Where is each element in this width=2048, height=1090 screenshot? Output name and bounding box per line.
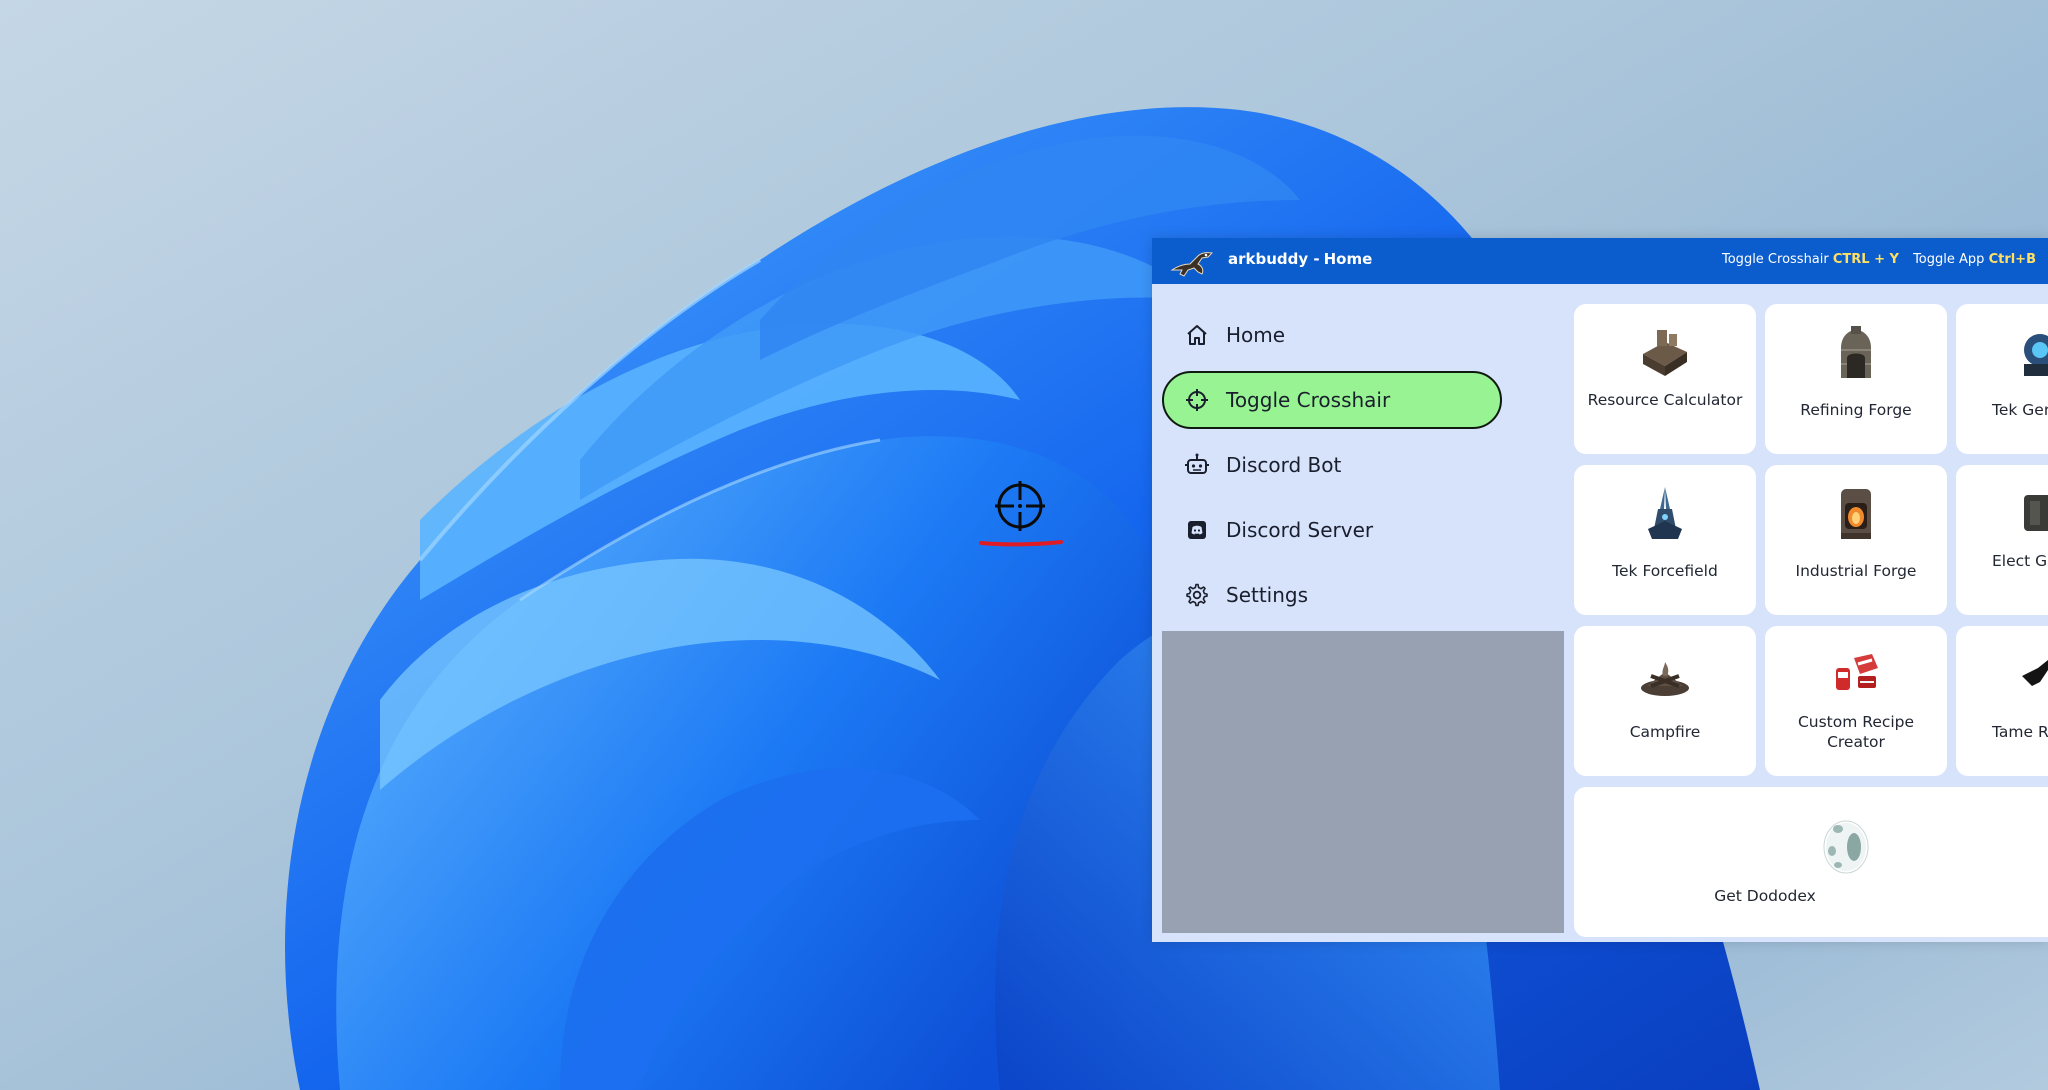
tile-label: Campfire: [1629, 723, 1701, 741]
resource-calculator-icon: [1574, 324, 1756, 382]
tek-generator-icon: [1956, 324, 2048, 382]
electrical-generator-icon: [1956, 485, 2048, 543]
hint-app-key: Ctrl+B: [1988, 252, 2036, 267]
tile-industrial-forge[interactable]: Industrial Forge: [1765, 465, 1947, 615]
tile-electrical-generator[interactable]: Elect Gene: [1956, 465, 2048, 615]
tile-label: Tek Forcefield: [1612, 562, 1718, 580]
tile-label: Tame R: [1992, 723, 2048, 741]
app-name: arkbuddy -: [1228, 250, 1320, 268]
arkbuddy-app-window: arkbuddy - Home Toggle Crosshair CTRL + Y…: [1152, 238, 2048, 942]
app-title: arkbuddy - Home: [1228, 250, 1372, 268]
nav-item-home[interactable]: Home: [1162, 306, 1502, 364]
crosshair-icon: [1184, 387, 1210, 413]
tile-label: Industrial Forge: [1795, 562, 1917, 580]
industrial-forge-icon: [1765, 485, 1947, 543]
title-bar[interactable]: arkbuddy - Home Toggle Crosshair CTRL + Y…: [1152, 238, 2048, 284]
hint-crosshair-label: Toggle Crosshair: [1722, 252, 1829, 267]
nav-item-label: Home: [1226, 323, 1286, 347]
tile-label: Elect Gene: [1992, 552, 2048, 570]
nav-item-discord-server[interactable]: Discord Server: [1162, 501, 1502, 559]
tile-label: Resource Calculator: [1587, 391, 1743, 409]
tile-tek-forcefield[interactable]: Tek Forcefield: [1574, 465, 1756, 615]
campfire-icon: [1574, 646, 1756, 704]
arkbuddy-logo-icon: [1170, 252, 1214, 277]
red-underline-annotation: [979, 540, 1063, 547]
gear-icon: [1184, 582, 1210, 608]
hint-app-label: Toggle App: [1913, 252, 1985, 267]
home-icon: [1184, 322, 1210, 348]
tek-forcefield-icon: [1574, 485, 1756, 543]
tile-tame[interactable]: Tame R: [1956, 626, 2048, 776]
tile-tek-generator[interactable]: Tek Ger: [1956, 304, 2048, 454]
custom-recipe-icon: [1765, 646, 1947, 704]
tile-refining-forge[interactable]: Refining Forge: [1765, 304, 1947, 454]
hint-crosshair-key: CTRL + Y: [1832, 252, 1899, 267]
tile-campfire[interactable]: Campfire: [1574, 626, 1756, 776]
shortcut-hints: Toggle Crosshair CTRL + Y Toggle App Ctr…: [1722, 252, 2036, 267]
tile-label: Custom Recipe Creator: [1797, 713, 1915, 751]
current-page-name: Home: [1323, 250, 1373, 268]
dododex-egg-icon: [1818, 817, 1874, 875]
nav-item-toggle-crosshair[interactable]: Toggle Crosshair: [1162, 371, 1502, 429]
sidebar-empty-panel: [1162, 631, 1564, 933]
nav-item-discord-bot[interactable]: Discord Bot: [1162, 436, 1502, 494]
desktop: arkbuddy - Home Toggle Crosshair CTRL + Y…: [0, 0, 2048, 1090]
tile-label: Get Dododex: [1714, 887, 1816, 905]
tile-custom-recipe-creator[interactable]: Custom Recipe Creator: [1765, 626, 1947, 776]
nav-item-label: Toggle Crosshair: [1226, 388, 1391, 412]
tile-resource-calculator[interactable]: Resource Calculator: [1574, 304, 1756, 454]
nav-item-label: Settings: [1226, 583, 1309, 607]
discord-icon: [1184, 517, 1210, 543]
robot-icon: [1184, 452, 1210, 478]
nav-item-label: Discord Server: [1226, 518, 1374, 542]
nav-item-settings[interactable]: Settings: [1162, 566, 1502, 624]
tame-icon: [1956, 646, 2048, 704]
tile-label: Tek Ger: [1992, 401, 2048, 419]
tile-get-dododex[interactable]: Get Dododex: [1574, 787, 2048, 937]
crosshair-overlay-icon: [995, 481, 1045, 531]
refining-forge-icon: [1765, 324, 1947, 382]
nav-item-label: Discord Bot: [1226, 453, 1342, 477]
tile-label: Refining Forge: [1800, 401, 1912, 419]
